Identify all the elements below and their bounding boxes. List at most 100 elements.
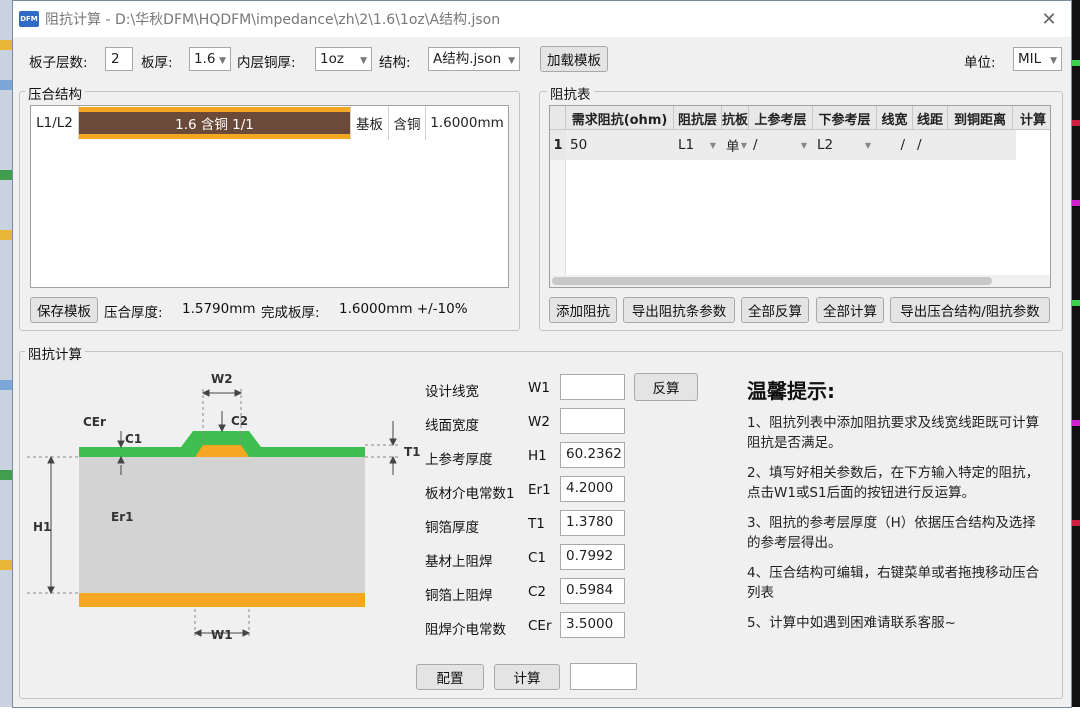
param-label-w2: 线面宽度 (425, 418, 479, 434)
export-stack-button[interactable]: 导出压合结构/阻抗参数 (890, 297, 1050, 323)
bottom-copper (79, 593, 365, 607)
header-layer[interactable]: 阻抗层 (674, 106, 722, 130)
add-impedance-button[interactable]: 添加阻抗 (549, 297, 617, 323)
stackup-row[interactable]: L1/L2 1.6 含铜 1/1 基板 含铜 1.6000mm (31, 106, 508, 140)
stackup-copper: 含铜 (389, 106, 426, 140)
cell-lower-ref[interactable]: L2 ▼ (813, 130, 877, 160)
row-number[interactable]: 1 (550, 130, 566, 160)
horizontal-scrollbar[interactable] (550, 275, 1050, 287)
calc-button[interactable]: 计算 (494, 664, 560, 690)
param-sym-c1: C1 (528, 550, 547, 566)
tip-item: 2、填写好相关参数后，在下方输入特定的阻抗，点击W1或S1后面的按钮进行反运算。 (747, 465, 1040, 501)
inner-copper-label: 内层铜厚: (237, 55, 296, 71)
stackup-list[interactable]: L1/L2 1.6 含铜 1/1 基板 含铜 1.6000mm (30, 105, 509, 288)
result-output[interactable] (570, 663, 637, 690)
param-sym-c2: C2 (528, 584, 547, 600)
er1-input[interactable]: 4.2000 (560, 476, 625, 502)
label-w2: W2 (211, 372, 233, 386)
inner-copper-value: 1oz (320, 51, 344, 67)
save-template-button[interactable]: 保存模板 (30, 297, 98, 323)
finish-thickness-label: 完成板厚: (261, 305, 320, 321)
tip-item: 3、阻抗的参考层厚度（H）依据压合结构及选择的参考层得出。 (747, 515, 1036, 551)
cell-type[interactable]: 单 ▼ (722, 130, 749, 160)
thickness-select[interactable]: 1.6 ▼ (189, 47, 231, 71)
chevron-down-icon: ▼ (800, 140, 807, 150)
tip-item: 4、压合结构可编辑，右键菜单或者拖拽移动压合列表 (747, 565, 1040, 601)
chevron-down-icon: ▼ (508, 56, 515, 66)
t1-input[interactable]: 1.3780 (560, 510, 625, 536)
param-label-t1: 铜箔厚度 (425, 520, 479, 536)
param-label-h1: 上参考厚度 (425, 452, 493, 468)
stackup-core-bar: 1.6 含铜 1/1 (79, 106, 351, 140)
header-width[interactable]: 线宽 (877, 106, 913, 130)
impedance-table[interactable]: 需求阻抗(ohm) 阻抗层 抗板 上参考层 下参考层 线宽 线距 到铜距离 计算… (549, 105, 1051, 288)
unit-label: 单位: (964, 55, 996, 71)
cell-type-value: 单 (726, 139, 740, 155)
cell-layer[interactable]: L1 ▼ (674, 130, 722, 160)
header-type[interactable]: 抗板 (722, 106, 749, 130)
header-upper-ref[interactable]: 上参考层 (749, 106, 813, 130)
reverse-calc-button[interactable]: 反算 (634, 373, 698, 401)
impedance-table-title: 阻抗表 (547, 83, 594, 103)
layers-label: 板子层数: (29, 55, 88, 71)
reverse-all-button[interactable]: 全部反算 (741, 297, 809, 323)
title-bar: DFM 阻抗计算 - D:\华秋DFM\HQDFM\impedance\zh\2… (13, 1, 1071, 37)
cell-width[interactable]: / (877, 130, 913, 160)
header-copper-distance[interactable]: 到铜距离 (948, 106, 1013, 130)
stackup-layer: L1/L2 (31, 106, 79, 140)
chevron-down-icon: ▼ (709, 140, 716, 150)
w2-input[interactable] (560, 408, 625, 434)
finish-thickness-value: 1.6000mm +/-10% (339, 301, 468, 317)
impedance-table-header: 需求阻抗(ohm) 阻抗层 抗板 上参考层 下参考层 线宽 线距 到铜距离 计算 (550, 106, 1050, 130)
structure-select[interactable]: A结构.json ▼ (428, 47, 520, 71)
substrate-layer (79, 457, 365, 593)
header-corner (550, 106, 566, 130)
param-sym-er1: Er1 (528, 482, 551, 498)
label-c1: C1 (125, 432, 142, 446)
w1-input[interactable] (560, 374, 625, 400)
label-h1: H1 (33, 520, 51, 534)
row-number-column (550, 160, 566, 287)
header-calc[interactable]: 计算 (1013, 106, 1050, 130)
press-thickness-value: 1.5790mm (182, 301, 256, 317)
param-label-er1: 板材介电常数1 (425, 486, 515, 502)
chevron-down-icon: ▼ (219, 56, 226, 66)
impedance-dialog: DFM 阻抗计算 - D:\华秋DFM\HQDFM\impedance\zh\2… (12, 0, 1072, 708)
inner-copper-select[interactable]: 1oz ▼ (315, 47, 372, 71)
cell-spacing[interactable]: / (913, 130, 948, 160)
trace-copper (195, 445, 249, 457)
label-w1: W1 (211, 628, 233, 642)
param-sym-cer: CEr (528, 618, 552, 634)
chevron-down-icon: ▼ (1050, 56, 1057, 66)
header-spacing[interactable]: 线距 (913, 106, 948, 130)
unit-value: MIL (1018, 51, 1042, 67)
stackup-title: 压合结构 (25, 83, 85, 103)
header-lower-ref[interactable]: 下参考层 (813, 106, 877, 130)
layers-input[interactable]: 2 (105, 47, 133, 71)
window-title: 阻抗计算 - D:\华秋DFM\HQDFM\impedance\zh\2\1.6… (45, 12, 501, 28)
header-impedance[interactable]: 需求阻抗(ohm) (566, 106, 674, 130)
chevron-down-icon: ▼ (740, 140, 747, 150)
background-window-edge (0, 0, 12, 717)
h1-input[interactable]: 60.2362 (560, 442, 625, 468)
cer-input[interactable]: 3.5000 (560, 612, 625, 638)
chevron-down-icon: ▼ (360, 56, 367, 66)
load-template-button[interactable]: 加载模板 (540, 46, 608, 72)
c2-input[interactable]: 0.5984 (560, 578, 625, 604)
export-impedance-button[interactable]: 导出阻抗条参数 (623, 297, 735, 323)
cell-upper-ref[interactable]: / ▼ (749, 130, 813, 160)
press-thickness-label: 压合厚度: (104, 305, 163, 321)
structure-value: A结构.json (433, 51, 502, 67)
close-icon[interactable]: ✕ (1039, 9, 1059, 30)
calc-all-button[interactable]: 全部计算 (816, 297, 884, 323)
c1-input[interactable]: 0.7992 (560, 544, 625, 570)
cell-copper-distance[interactable] (948, 130, 1013, 160)
param-sym-w1: W1 (528, 380, 550, 396)
tips-title: 温馨提示: (747, 379, 835, 403)
impedance-row[interactable]: 50 L1 ▼ 单 ▼ / ▼ L2 ▼ / / (566, 130, 1016, 160)
chevron-down-icon: ▼ (864, 140, 871, 150)
cell-impedance[interactable]: 50 (566, 130, 674, 160)
unit-select[interactable]: MIL ▼ (1013, 47, 1062, 71)
scrollbar-thumb[interactable] (552, 277, 992, 285)
config-button[interactable]: 配置 (416, 664, 484, 690)
